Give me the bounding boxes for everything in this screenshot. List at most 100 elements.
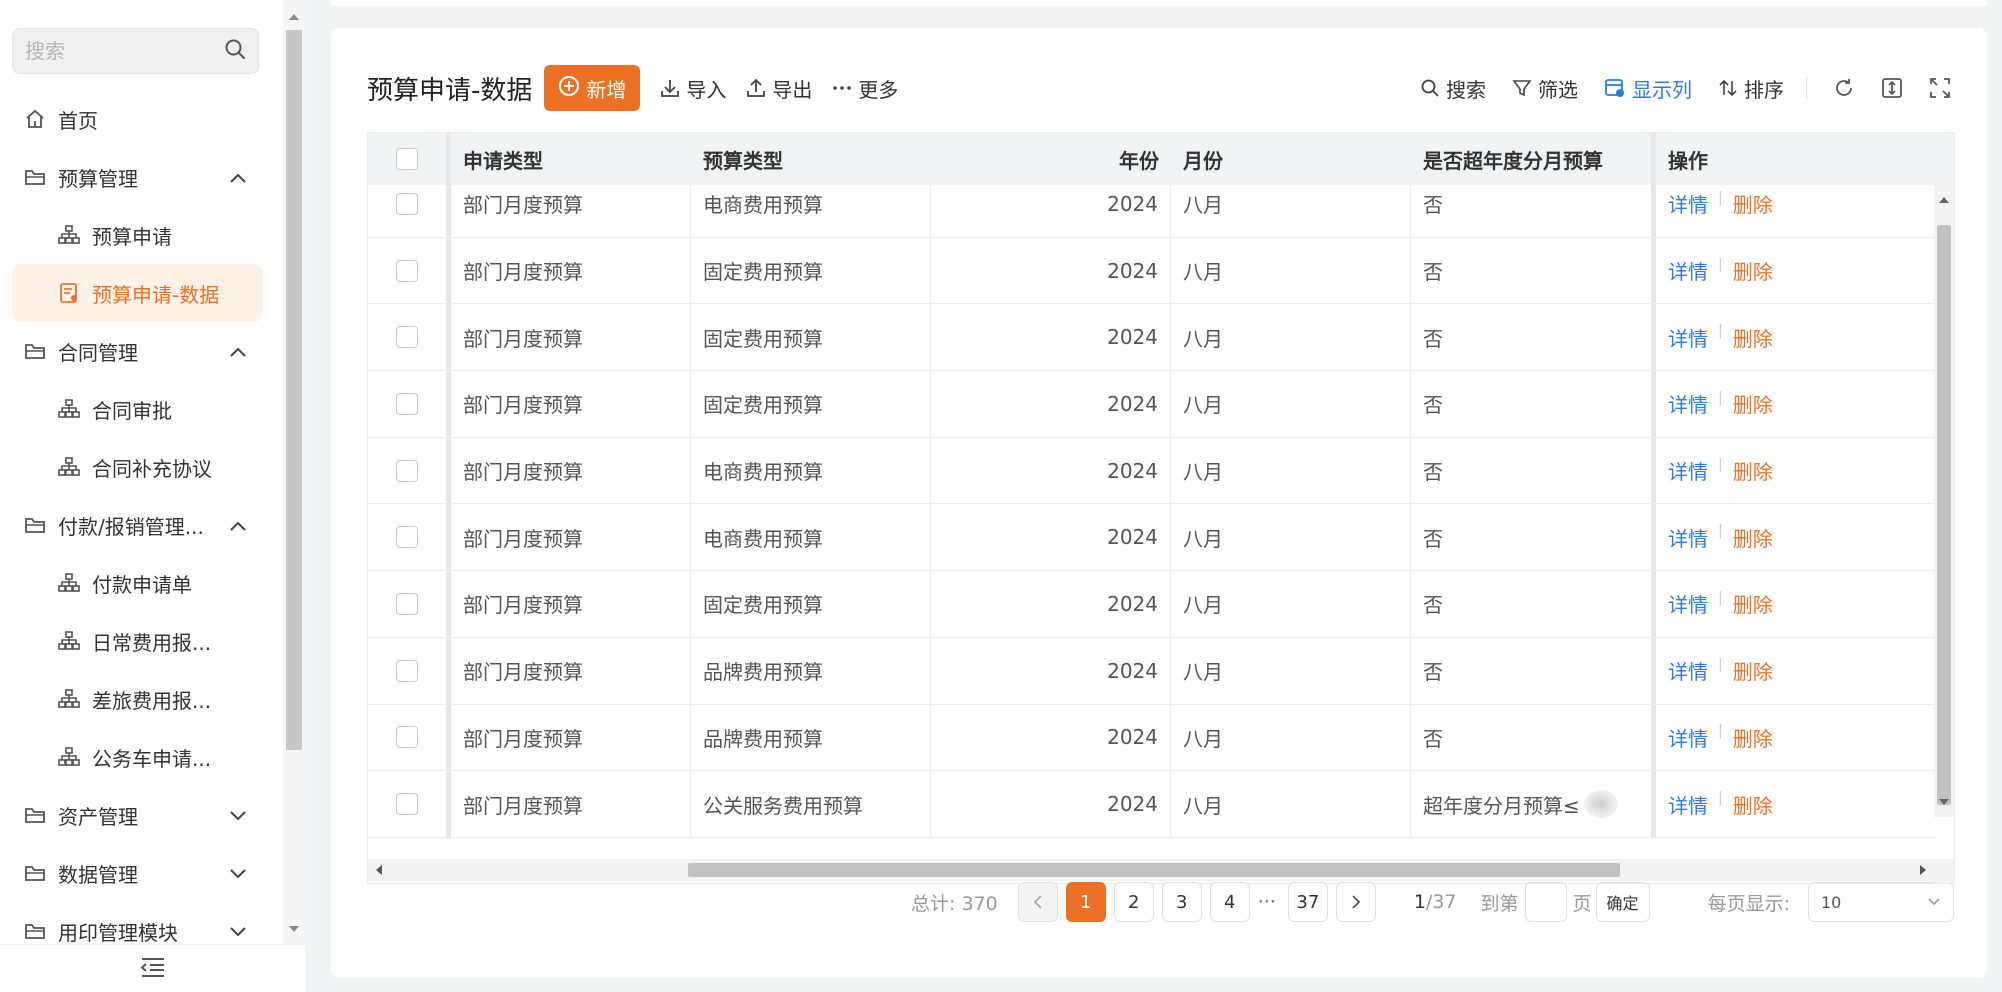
scroll-right-arrow-icon[interactable] [1920,865,1926,875]
export-button[interactable]: 导出 [746,74,812,103]
page-button-4[interactable]: 4 [1209,882,1250,922]
table-row[interactable]: 部门月度预算 固定费用预算 2024 八月否 详情 | 删除 [368,304,1936,372]
delete-link[interactable]: 删除 [1733,456,1773,485]
sidebar-item-12[interactable]: 资产管理 [12,786,262,844]
sidebar-item-7[interactable]: 付款/报销管理... [12,496,262,554]
row-checkbox[interactable] [396,726,418,749]
fullscreen-icon[interactable] [1929,77,1951,99]
row-checkbox[interactable] [396,526,418,549]
table-search-button[interactable]: 搜索 [1420,74,1486,103]
columns-button[interactable]: 显示列 [1604,74,1692,103]
detail-link[interactable]: 详情 [1668,589,1708,618]
row-checkbox[interactable] [396,459,418,482]
add-button[interactable]: 新增 [544,65,641,111]
detail-link[interactable]: 详情 [1668,389,1708,418]
table-horizontal-scrollbar[interactable] [368,859,1936,881]
sidebar-item-3[interactable]: 预算申请-数据 [12,264,262,322]
delete-link[interactable]: 删除 [1733,723,1773,752]
table-row[interactable]: 部门月度预算 固定费用预算 2024 八月否 详情 | 删除 [368,571,1936,638]
row-checkbox[interactable] [396,392,418,415]
detail-link[interactable]: 详情 [1668,723,1708,752]
more-button[interactable]: 更多 [832,74,898,103]
chevron-down-icon[interactable] [228,920,248,944]
page-button-3[interactable]: 3 [1161,882,1202,922]
row-checkbox[interactable] [396,326,418,349]
scroll-up-arrow-icon[interactable] [1939,197,1949,203]
next-page-button[interactable] [1335,882,1376,922]
delete-link[interactable]: 删除 [1733,323,1773,352]
scroll-up-arrow-icon[interactable] [289,14,299,20]
header-budget-type[interactable]: 预算类型 [691,133,931,185]
per-page-select[interactable]: 10 [1807,882,1954,922]
delete-link[interactable]: 删除 [1733,790,1773,819]
page-button-last[interactable]: 37 [1287,882,1328,922]
scroll-thumb[interactable] [286,30,302,750]
sidebar-item-0[interactable]: 首页 [12,90,262,148]
header-over-budget[interactable]: 是否超年度分月预算 [1411,133,1651,185]
detail-link[interactable]: 详情 [1668,323,1708,352]
sidebar-item-9[interactable]: 日常费用报... [12,612,262,670]
scroll-down-arrow-icon[interactable] [289,926,299,932]
sidebar-item-5[interactable]: 合同审批 [12,380,262,438]
chevron-up-icon[interactable] [228,166,248,190]
search-input[interactable] [25,39,224,63]
row-checkbox[interactable] [396,659,418,682]
table-row[interactable]: 部门月度预算 品牌费用预算 2024 八月否 详情 | 删除 [368,704,1936,772]
delete-link[interactable]: 删除 [1733,189,1773,218]
goto-confirm-button[interactable]: 确定 [1595,882,1650,922]
detail-link[interactable]: 详情 [1668,189,1708,218]
scroll-thumb[interactable] [688,863,1620,877]
header-year[interactable]: 年份 [931,133,1171,185]
import-button[interactable]: 导入 [660,74,726,103]
row-checkbox[interactable] [396,192,418,215]
sidebar-item-11[interactable]: 公务车申请... [12,728,262,786]
delete-link[interactable]: 删除 [1733,656,1773,685]
select-all-checkbox[interactable] [396,148,418,170]
table-row[interactable]: 部门月度预算 电商费用预算 2024 八月否 详情 | 删除 [368,437,1936,505]
filter-button[interactable]: 筛选 [1512,74,1578,103]
chevron-down-icon[interactable] [228,804,248,828]
table-row[interactable]: 部门月度预算 固定费用预算 2024 八月否 详情 | 删除 [368,237,1936,305]
sidebar-item-8[interactable]: 付款申请单 [12,554,262,612]
table-vertical-scrollbar[interactable] [1934,185,1954,817]
table-row[interactable]: 部门月度预算 品牌费用预算 2024 八月否 详情 | 删除 [368,637,1936,705]
table-row[interactable]: 部门月度预算 固定费用预算 2024 八月否 详情 | 删除 [368,371,1936,438]
row-checkbox[interactable] [396,592,418,615]
row-checkbox[interactable] [396,793,418,816]
sidebar-item-10[interactable]: 差旅费用报... [12,670,262,728]
delete-link[interactable]: 删除 [1733,523,1773,552]
sort-button[interactable]: 排序 [1718,74,1784,103]
detail-link[interactable]: 详情 [1668,790,1708,819]
table-row[interactable]: 部门月度预算 电商费用预算 2024 八月否 详情 | 删除 [368,504,1936,572]
page-button-2[interactable]: 2 [1113,882,1154,922]
detail-link[interactable]: 详情 [1668,256,1708,285]
scroll-left-arrow-icon[interactable] [376,865,382,875]
sidebar-item-13[interactable]: 数据管理 [12,844,262,902]
header-apply-type[interactable]: 申请类型 [451,133,691,185]
chevron-up-icon[interactable] [228,340,248,364]
scroll-down-arrow-icon[interactable] [1939,799,1949,805]
table-row[interactable]: 部门月度预算 公关服务费用预算 2024 八月 超年度分月预算≤ 详情 | 删除 [368,771,1936,838]
sidebar-search[interactable] [12,28,259,74]
delete-link[interactable]: 删除 [1733,589,1773,618]
delete-link[interactable]: 删除 [1733,389,1773,418]
page-button-1[interactable]: 1 [1065,882,1106,922]
sidebar-scrollbar[interactable] [283,0,305,944]
header-month[interactable]: 月份 [1171,133,1411,185]
detail-link[interactable]: 详情 [1668,656,1708,685]
sidebar-item-1[interactable]: 预算管理 [12,148,262,206]
detail-link[interactable]: 详情 [1668,523,1708,552]
detail-link[interactable]: 详情 [1668,456,1708,485]
refresh-icon[interactable] [1833,77,1855,99]
scroll-thumb[interactable] [1937,225,1951,805]
row-checkbox[interactable] [396,259,418,282]
goto-page-input[interactable] [1524,882,1567,922]
prev-page-button[interactable] [1017,882,1058,922]
sidebar-item-4[interactable]: 合同管理 [12,322,262,380]
search-icon[interactable] [224,38,246,64]
chevron-up-icon[interactable] [228,514,248,538]
collapse-sidebar-button[interactable] [0,944,305,992]
sidebar-item-2[interactable]: 预算申请 [12,206,262,264]
chevron-down-icon[interactable] [228,862,248,886]
sidebar-item-6[interactable]: 合同补充协议 [12,438,262,496]
